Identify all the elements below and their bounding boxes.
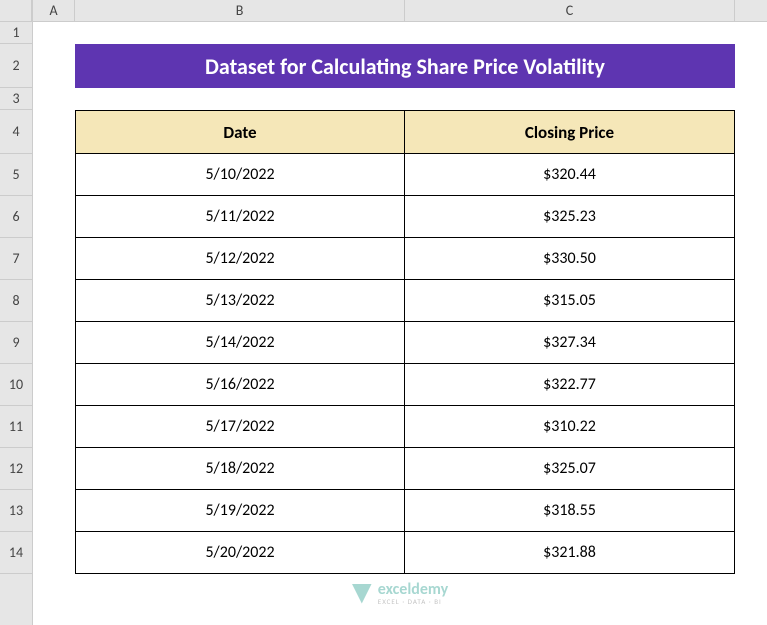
cell-date[interactable]: 5/10/2022: [75, 154, 405, 196]
cell-price[interactable]: $322.77: [405, 364, 735, 406]
title-row: Dataset for Calculating Share Price Vola…: [33, 44, 767, 88]
row-header-3[interactable]: 3: [0, 88, 32, 110]
cell-price[interactable]: $325.23: [405, 196, 735, 238]
cell-price[interactable]: $321.88: [405, 532, 735, 574]
table-row: 5/19/2022 $318.55: [33, 490, 767, 532]
row-header-6[interactable]: 6: [0, 196, 32, 238]
column-headers: A B C: [33, 0, 767, 22]
table-header-row: Date Closing Price: [33, 110, 767, 154]
cell-price[interactable]: $318.55: [405, 490, 735, 532]
watermark: exceldemy EXCEL · DATA · BI: [352, 582, 448, 605]
select-all-corner[interactable]: [0, 0, 32, 22]
col-header-b[interactable]: B: [75, 0, 405, 21]
cell-date[interactable]: 5/18/2022: [75, 448, 405, 490]
row-headers: 1 2 3 4 5 6 7 8 9 10 11 12 13 14: [0, 0, 33, 625]
table-row: 5/16/2022 $322.77: [33, 364, 767, 406]
row-header-9[interactable]: 9: [0, 322, 32, 364]
row-header-12[interactable]: 12: [0, 448, 32, 490]
table-row: 5/14/2022 $327.34: [33, 322, 767, 364]
grid-content[interactable]: Dataset for Calculating Share Price Vola…: [33, 22, 767, 625]
cell-date[interactable]: 5/14/2022: [75, 322, 405, 364]
cell-price[interactable]: $310.22: [405, 406, 735, 448]
header-price[interactable]: Closing Price: [405, 110, 735, 154]
row-header-4[interactable]: 4: [0, 110, 32, 154]
cell-date[interactable]: 5/17/2022: [75, 406, 405, 448]
cell-price[interactable]: $330.50: [405, 238, 735, 280]
row-header-7[interactable]: 7: [0, 238, 32, 280]
table-row: 5/11/2022 $325.23: [33, 196, 767, 238]
table-row: 5/18/2022 $325.07: [33, 448, 767, 490]
row-header-13[interactable]: 13: [0, 490, 32, 532]
row-header-11[interactable]: 11: [0, 406, 32, 448]
table-row: 5/17/2022 $310.22: [33, 406, 767, 448]
cell-price[interactable]: $327.34: [405, 322, 735, 364]
grid-area: A B C Dataset for Calculating Share Pric…: [33, 0, 767, 625]
cell-date[interactable]: 5/12/2022: [75, 238, 405, 280]
row-header-1[interactable]: 1: [0, 22, 32, 44]
col-header-c[interactable]: C: [405, 0, 735, 21]
dataset-title[interactable]: Dataset for Calculating Share Price Vola…: [75, 44, 735, 88]
cell-price[interactable]: $315.05: [405, 280, 735, 322]
row-header-5[interactable]: 5: [0, 154, 32, 196]
row-header-10[interactable]: 10: [0, 364, 32, 406]
row-header-14[interactable]: 14: [0, 532, 32, 574]
header-date[interactable]: Date: [75, 110, 405, 154]
watermark-sub: EXCEL · DATA · BI: [378, 598, 448, 605]
spreadsheet-container: 1 2 3 4 5 6 7 8 9 10 11 12 13 14 A B C D…: [0, 0, 767, 625]
cell-price[interactable]: $325.07: [405, 448, 735, 490]
table-row: 5/12/2022 $330.50: [33, 238, 767, 280]
cell-date[interactable]: 5/19/2022: [75, 490, 405, 532]
cell-date[interactable]: 5/20/2022: [75, 532, 405, 574]
col-header-a[interactable]: A: [33, 0, 75, 21]
cell-date[interactable]: 5/13/2022: [75, 280, 405, 322]
table-row: 5/20/2022 $321.88: [33, 532, 767, 574]
cell-date[interactable]: 5/16/2022: [75, 364, 405, 406]
cell-price[interactable]: $320.44: [405, 154, 735, 196]
row-header-2[interactable]: 2: [0, 44, 32, 88]
cell-date[interactable]: 5/11/2022: [75, 196, 405, 238]
watermark-main: exceldemy: [378, 582, 448, 598]
row-header-8[interactable]: 8: [0, 280, 32, 322]
table-row: 5/13/2022 $315.05: [33, 280, 767, 322]
table-row: 5/10/2022 $320.44: [33, 154, 767, 196]
watermark-logo-icon: [352, 584, 372, 604]
watermark-text: exceldemy EXCEL · DATA · BI: [378, 582, 448, 605]
